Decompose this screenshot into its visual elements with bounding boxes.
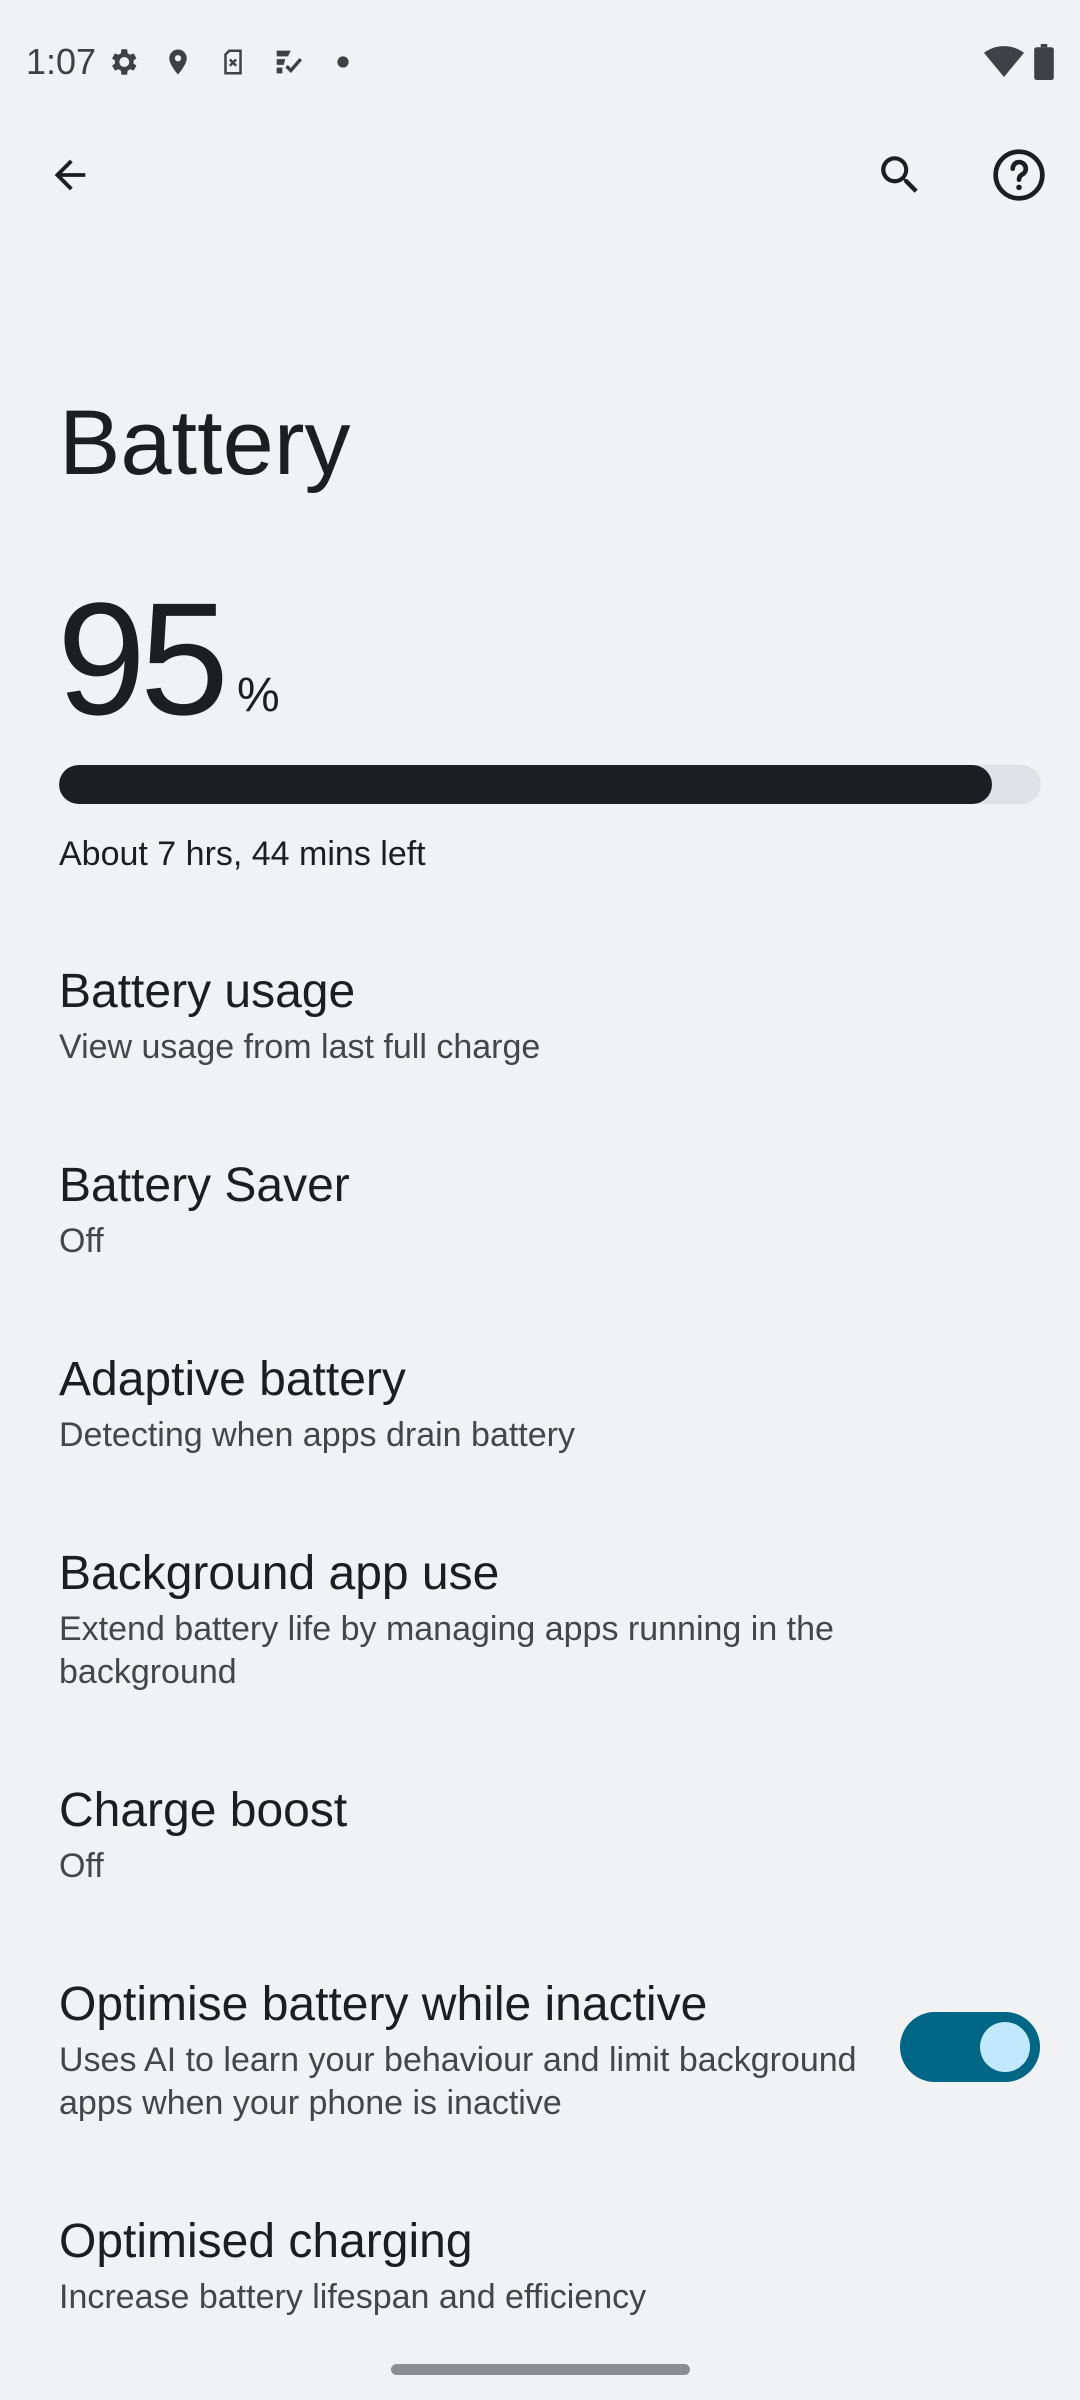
battery-level-fill bbox=[59, 765, 992, 804]
gear-icon bbox=[104, 43, 142, 81]
checklist-icon bbox=[269, 43, 307, 81]
status-time: 1:07 bbox=[26, 41, 97, 82]
pref-title: Battery usage bbox=[59, 965, 356, 1018]
help-button[interactable] bbox=[979, 135, 1059, 215]
battery-level: 95 % bbox=[57, 569, 280, 748]
optimise-battery-inactive-toggle[interactable] bbox=[900, 2012, 1040, 2082]
pref-charge-boost[interactable]: Charge boost Off bbox=[0, 1781, 1080, 1901]
battery-settings-screen: 1:07 Battery 95 % About 7 hrs, 44 mins l… bbox=[0, 0, 1080, 2400]
pref-title: Background app use bbox=[59, 1547, 500, 1600]
battery-level-number: 95 bbox=[57, 569, 229, 748]
search-icon bbox=[875, 150, 925, 200]
pref-summary: View usage from last full charge bbox=[59, 1028, 541, 1066]
battery-time-left: About 7 hrs, 44 mins left bbox=[59, 835, 426, 873]
pref-battery-usage[interactable]: Battery usage View usage from last full … bbox=[0, 962, 1080, 1082]
battery-level-unit: % bbox=[236, 669, 280, 722]
location-pin-icon bbox=[159, 43, 197, 81]
arrow-back-icon bbox=[47, 152, 93, 198]
status-system-icons bbox=[984, 42, 1054, 82]
help-circle-icon bbox=[991, 147, 1047, 203]
pref-optimised-charging[interactable]: Optimised charging Increase battery life… bbox=[0, 2212, 1080, 2332]
pref-title: Optimise battery while inactive bbox=[59, 1978, 708, 2031]
back-button[interactable] bbox=[30, 135, 110, 215]
pref-summary: Uses AI to learn your behaviour and limi… bbox=[59, 2041, 857, 2122]
battery-level-bar bbox=[59, 765, 1041, 804]
pref-background-app-use[interactable]: Background app use Extend battery life b… bbox=[0, 1544, 1080, 1704]
wifi-icon bbox=[984, 45, 1024, 79]
pref-title: Optimised charging bbox=[59, 2215, 473, 2268]
search-button[interactable] bbox=[860, 135, 940, 215]
pref-title: Battery Saver bbox=[59, 1159, 350, 1212]
pref-battery-saver[interactable]: Battery Saver Off bbox=[0, 1156, 1080, 1276]
pref-summary: Extend battery life by managing apps run… bbox=[59, 1610, 834, 1691]
sim-card-x-icon bbox=[214, 43, 252, 81]
pref-summary: Off bbox=[59, 1847, 104, 1885]
pref-title: Adaptive battery bbox=[59, 1353, 406, 1406]
top-app-bar bbox=[0, 130, 1080, 220]
status-bar: 1:07 bbox=[0, 0, 1080, 124]
pref-summary: Increase battery lifespan and efficiency bbox=[59, 2278, 647, 2316]
toggle-knob bbox=[980, 2022, 1030, 2072]
status-notification-icons bbox=[104, 42, 379, 82]
gesture-nav-handle[interactable] bbox=[391, 2364, 690, 2375]
pref-adaptive-battery[interactable]: Adaptive battery Detecting when apps dra… bbox=[0, 1350, 1080, 1470]
page-title: Battery bbox=[59, 392, 351, 494]
dot-icon bbox=[324, 43, 362, 81]
pref-summary: Detecting when apps drain battery bbox=[59, 1416, 575, 1454]
pref-title: Charge boost bbox=[59, 1784, 348, 1837]
pref-summary: Off bbox=[59, 1222, 104, 1260]
battery-icon bbox=[1034, 44, 1054, 80]
